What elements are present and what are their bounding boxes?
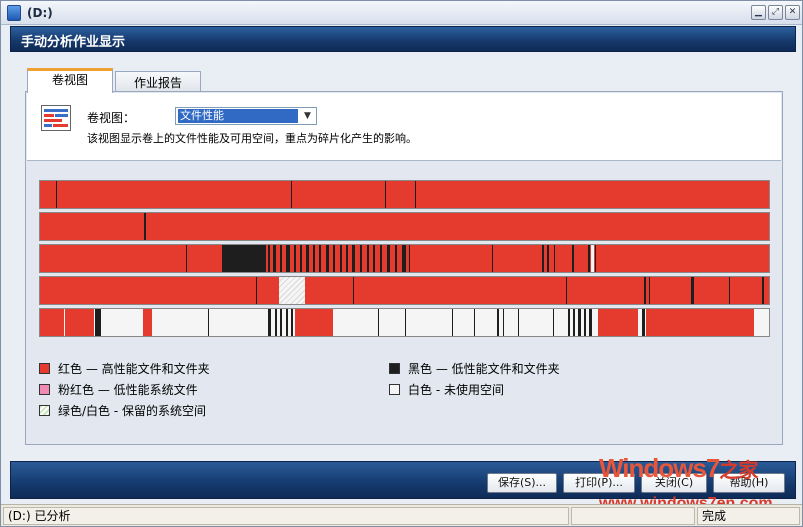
close-button[interactable]: 关闭(C) (641, 473, 707, 493)
help-button[interactable]: 帮助(H) (713, 473, 785, 493)
app-window: (D:) ▁ ⤢ ✕ 手动分析作业显示 卷视图 作业报告 卷视图： 文件性能 ▼ (0, 0, 803, 527)
legend-item-red: 红色 — 高性能文件和文件夹 (39, 360, 210, 377)
status-bar: (D:) 已分析 完成 (1, 504, 802, 526)
header-band: 手动分析作业显示 (10, 26, 796, 52)
chevron-down-icon[interactable]: ▼ (300, 109, 315, 123)
legend-text: 绿色/白色 - 保留的系统空间 (58, 404, 207, 418)
status-text-left: (D:) 已分析 (3, 507, 569, 525)
legend-text: 黑色 — 低性能文件和文件夹 (408, 362, 560, 376)
disk-map-row (39, 276, 770, 305)
disk-map-row (39, 308, 770, 337)
volume-info-box: 卷视图： 文件性能 ▼ 该视图显示卷上的文件性能及可用空间，重点为碎片化产生的影… (27, 93, 781, 161)
legend-item-white: 白色 - 未使用空间 (389, 381, 504, 398)
legend-swatch (389, 384, 400, 395)
legend-item-black: 黑色 — 低性能文件和文件夹 (389, 360, 560, 377)
button-bar: 保存(S)... 打印(P)... 关闭(C) 帮助(H) (10, 461, 796, 499)
legend-swatch (389, 363, 400, 374)
legend-swatch (39, 405, 50, 416)
status-cell-empty (571, 507, 695, 525)
disk-map-row (39, 212, 770, 241)
page-title: 手动分析作业显示 (21, 35, 126, 50)
tab-label: 作业报告 (133, 76, 182, 90)
legend-swatch (39, 384, 50, 395)
legend-item-green-white: 绿色/白色 - 保留的系统空间 (39, 402, 206, 419)
legend-text: 红色 — 高性能文件和文件夹 (58, 362, 210, 376)
tab-label: 卷视图 (51, 73, 88, 87)
volume-view-label: 卷视图： (87, 111, 136, 125)
app-icon (7, 5, 21, 21)
volume-view-description: 该视图显示卷上的文件性能及可用空间，重点为碎片化产生的影响。 (87, 132, 417, 145)
legend-item-pink: 粉红色 — 低性能系统文件 (39, 381, 198, 398)
disk-map-row (39, 180, 770, 209)
status-text-right: 完成 (697, 507, 800, 525)
legend-swatch (39, 363, 50, 374)
tab-volume-view[interactable]: 卷视图 (27, 68, 113, 93)
view-type-select[interactable]: 文件性能 ▼ (175, 107, 317, 125)
legend-text: 白色 - 未使用空间 (408, 383, 504, 397)
select-value: 文件性能 (178, 109, 298, 123)
maximize-button[interactable]: ⤢ (768, 5, 783, 20)
legend-text: 粉红色 — 低性能系统文件 (58, 383, 198, 397)
volume-view-panel: 卷视图： 文件性能 ▼ 该视图显示卷上的文件性能及可用空间，重点为碎片化产生的影… (25, 91, 783, 445)
print-button[interactable]: 打印(P)... (563, 473, 635, 493)
minimize-button[interactable]: ▁ (751, 5, 766, 20)
window-title: (D:) (27, 6, 53, 20)
volume-map-icon (41, 105, 71, 131)
title-bar[interactable]: (D:) ▁ ⤢ ✕ (1, 1, 802, 25)
disk-map-row (39, 244, 770, 273)
save-button[interactable]: 保存(S)... (487, 473, 557, 493)
close-window-button[interactable]: ✕ (785, 5, 800, 20)
